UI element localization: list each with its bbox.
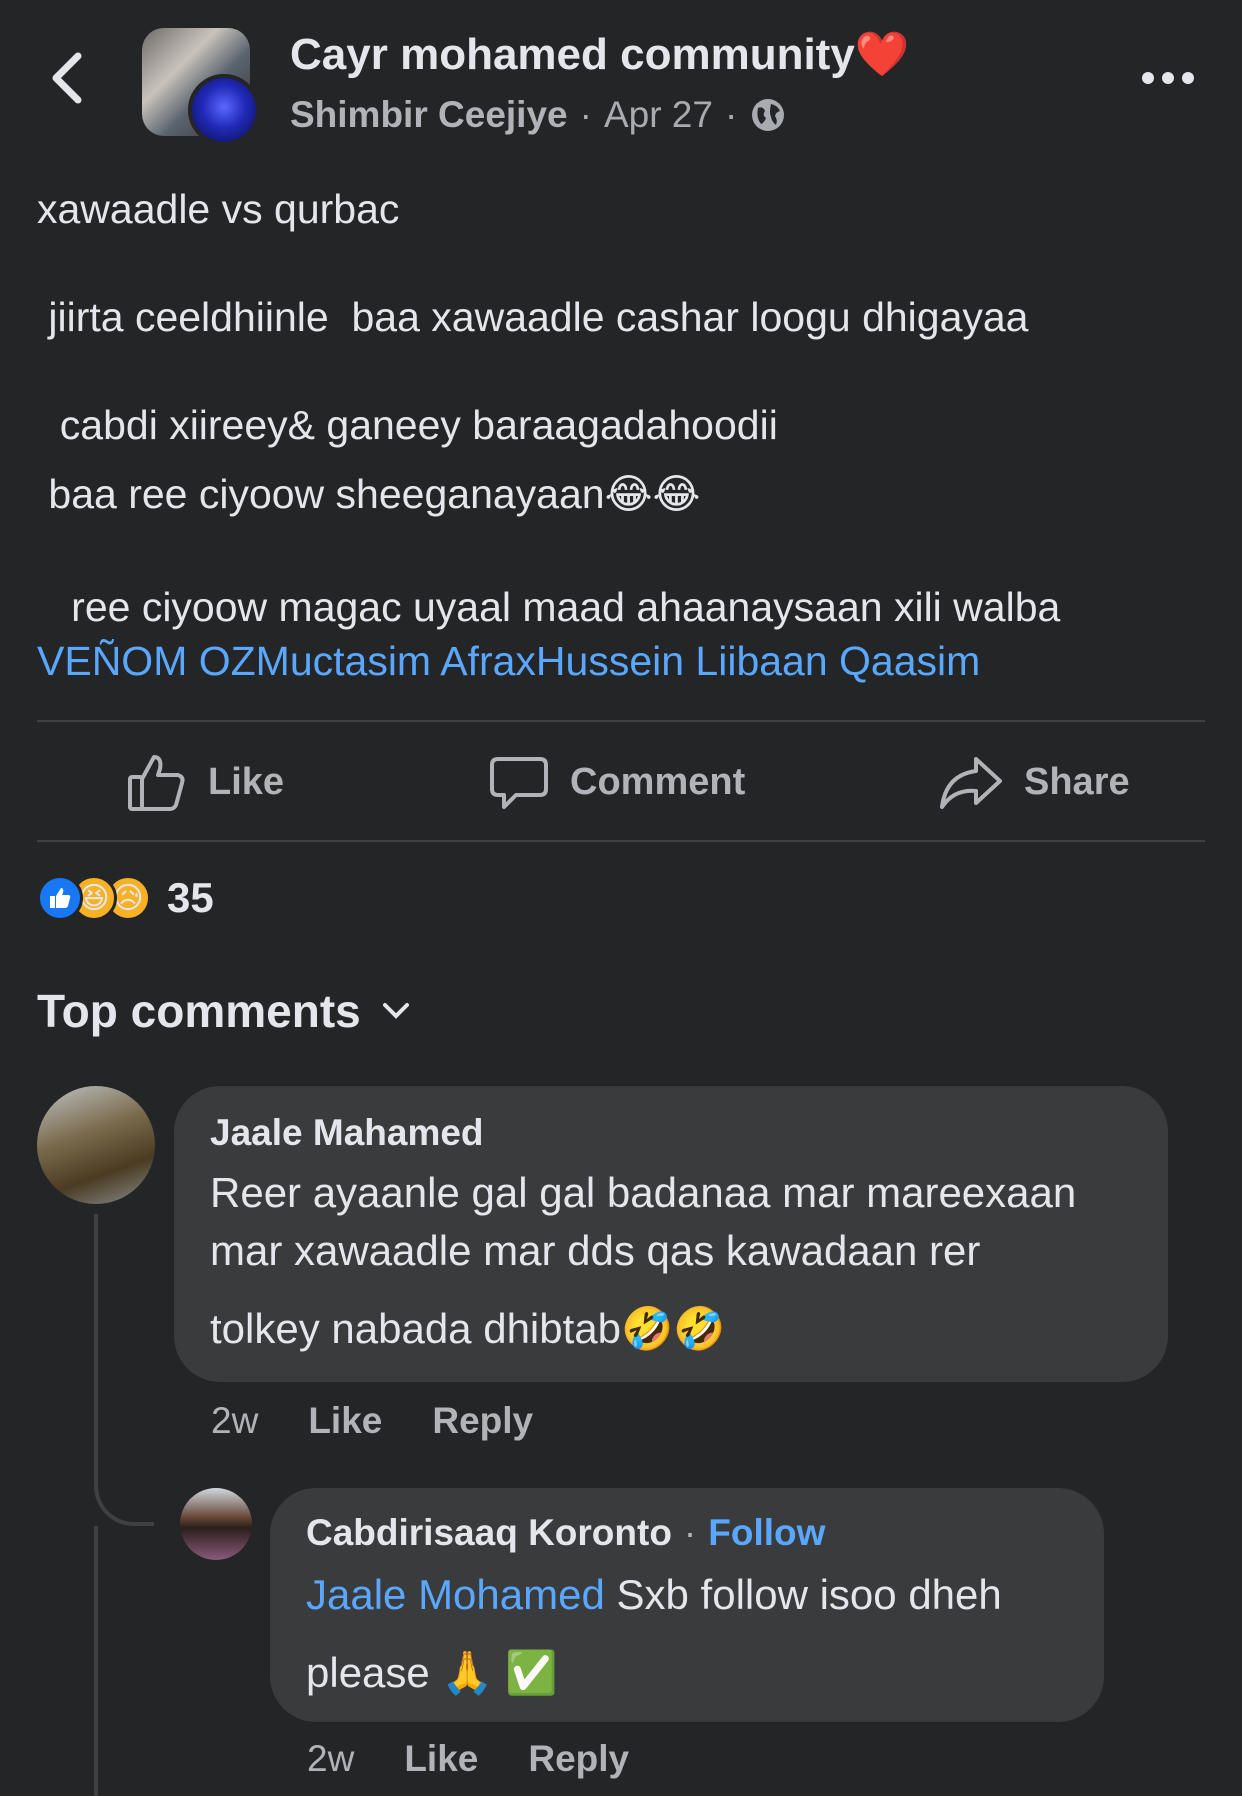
meta-separator: ·: [579, 94, 592, 135]
post-mentions[interactable]: VEÑOM OZMuctasim AfraxHussein Liibaan Qa…: [37, 638, 980, 685]
share-label: Share: [1024, 760, 1130, 803]
reply-separator: ·: [683, 1512, 697, 1553]
comment-text-line: Reer ayaanle gal gal badanaa mar mareexa…: [210, 1169, 1077, 1216]
reply-bubble: Cabdirisaaq Koronto · Follow Jaale Moham…: [270, 1488, 1104, 1722]
commenter-avatar[interactable]: [37, 1086, 155, 1204]
back-button[interactable]: [44, 50, 94, 106]
reply-header: Cabdirisaaq Koronto · Follow: [306, 1512, 825, 1554]
post-text-line: cabdi xiireey& ganeey baraagadahoodii: [37, 402, 778, 448]
share-icon: [940, 757, 1002, 809]
like-label: Like: [208, 760, 285, 803]
comment-button[interactable]: Comment: [488, 742, 745, 822]
ellipsis-icon: [1142, 72, 1194, 84]
reply-text: Sxb follow isoo dheh: [604, 1571, 1002, 1618]
reply-actions: 2w Like Reply: [307, 1738, 629, 1780]
post-text-line: ree ciyoow magac uyaal maad ahaanaysaan …: [37, 584, 1061, 630]
comment-author[interactable]: Jaale Mahamed: [210, 1112, 484, 1154]
like-button[interactable]: Like: [126, 742, 284, 822]
comment-actions: 2w Like Reply: [211, 1400, 533, 1442]
author-avatar: [188, 74, 260, 146]
comment-text-line: mar xawaadle mar dds qas kawadaan rer: [210, 1227, 981, 1274]
post-text-line: jiirta ceeldhiinle baa xawaadle cashar l…: [37, 294, 1029, 340]
comments-sort-dropdown[interactable]: Top comments: [37, 984, 411, 1038]
reply-thread-line: [94, 1214, 154, 1526]
reply-avatar[interactable]: [180, 1488, 252, 1560]
globe-icon: [752, 99, 785, 131]
reactions-summary[interactable]: 😆 😥 35: [37, 874, 214, 922]
reply-text-line: please 🙏 ✅: [306, 1649, 558, 1696]
divider: [37, 840, 1205, 842]
more-options-button[interactable]: [1140, 64, 1196, 92]
divider: [37, 720, 1205, 722]
reply-author[interactable]: Cabdirisaaq Koronto: [306, 1512, 672, 1554]
post-author[interactable]: Shimbir Ceejiye: [290, 94, 568, 136]
group-avatar[interactable]: [142, 28, 262, 148]
group-name[interactable]: Cayr mohamed community❤️: [290, 28, 910, 80]
reply-reply-button[interactable]: Reply: [528, 1738, 629, 1780]
reply-time: 2w: [307, 1738, 355, 1779]
reply-text-line: Jaale Mohamed Sxb follow isoo dheh: [306, 1562, 1002, 1628]
comment-bubble: Jaale Mahamed Reer ayaanle gal gal badan…: [174, 1086, 1168, 1382]
comment-text-line: tolkey nabada dhibtab🤣🤣: [210, 1305, 726, 1352]
post-text-line: baa ree ciyoow sheeganayaan😂😂: [37, 471, 701, 517]
meta-separator: ·: [724, 94, 738, 135]
reaction-count: 35: [167, 874, 214, 921]
share-button[interactable]: Share: [938, 742, 1130, 822]
post-text-line: xawaadle vs qurbac: [37, 186, 400, 232]
comments-sort-label: Top comments: [37, 985, 361, 1037]
reply-mention[interactable]: Jaale Mohamed: [306, 1571, 605, 1618]
thumbs-up-icon: [128, 755, 185, 811]
chevron-down-icon: [382, 1003, 409, 1019]
post-date[interactable]: Apr 27: [604, 94, 713, 136]
comment-time: 2w: [211, 1400, 259, 1441]
like-reaction-icon: [37, 875, 83, 921]
comment-icon: [490, 757, 548, 809]
follow-button[interactable]: Follow: [708, 1512, 825, 1554]
comment-label: Comment: [570, 760, 746, 803]
reply-like-button[interactable]: Like: [404, 1738, 478, 1780]
comment-reply-button[interactable]: Reply: [432, 1400, 533, 1442]
comment-like-button[interactable]: Like: [308, 1400, 382, 1442]
thread-line: [94, 1526, 98, 1796]
post-meta: Shimbir Ceejiye · Apr 27 ·: [290, 94, 787, 136]
chevron-left-icon: [52, 52, 82, 104]
